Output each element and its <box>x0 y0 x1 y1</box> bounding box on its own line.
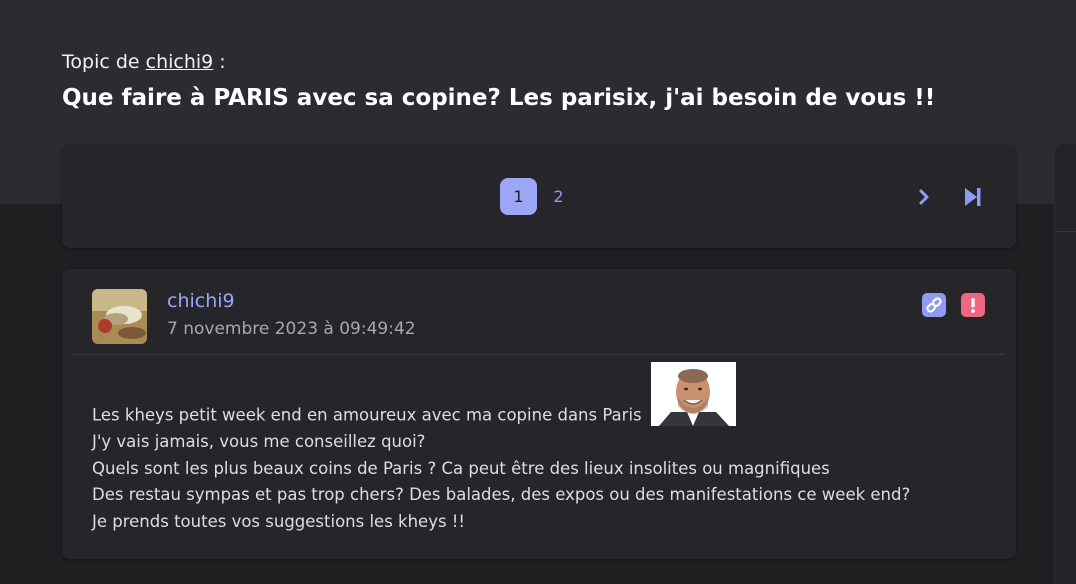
link-icon[interactable] <box>922 293 946 317</box>
post-line: Quels sont les plus beaux coins de Paris… <box>92 458 830 478</box>
post-line: Des restau sympas et pas trop chers? Des… <box>92 485 911 504</box>
page-button-2[interactable]: 2 <box>540 178 577 215</box>
page-title: Que faire à PARIS avec sa copine? Les pa… <box>62 85 936 111</box>
post-divider <box>73 354 1005 355</box>
page-button-1[interactable]: 1 <box>500 178 537 215</box>
topic-byline: Topic de chichi9 : <box>62 50 226 74</box>
sticker-image <box>650 362 736 426</box>
post-body: Les kheys petit week end en amoureux ave… <box>92 362 992 535</box>
pagination-bar: 1 2 <box>62 144 1016 248</box>
side-panel-divider <box>1055 231 1076 232</box>
topic-suffix: : <box>219 51 226 73</box>
post-line: J'y vais jamais, vous me conseillez quoi… <box>92 432 426 451</box>
forum-post: chichi9 7 novembre 2023 à 09:49:42 Les k… <box>62 269 1016 559</box>
skip-to-last-icon[interactable] <box>959 184 985 210</box>
avatar[interactable] <box>92 289 147 344</box>
post-line: Les kheys petit week end en amoureux ave… <box>92 362 992 429</box>
post-text: Les kheys petit week end en amoureux ave… <box>92 405 642 425</box>
exclamation-icon[interactable] <box>961 293 985 317</box>
side-panel <box>1054 144 1076 584</box>
post-line: Je prends toutes vos suggestions les khe… <box>92 511 466 531</box>
chevron-right-icon[interactable] <box>912 184 938 210</box>
topic-prefix: Topic de <box>62 51 140 73</box>
post-date: 7 novembre 2023 à 09:49:42 <box>167 319 416 339</box>
post-author[interactable]: chichi9 <box>167 290 235 312</box>
topic-author-link[interactable]: chichi9 <box>146 51 214 73</box>
